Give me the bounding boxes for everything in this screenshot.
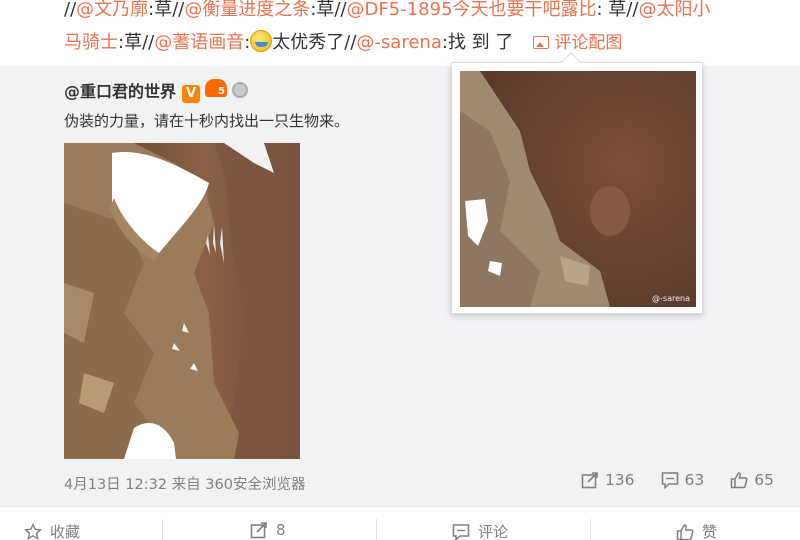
- comment-text: //: [64, 0, 77, 20]
- comment-count-button[interactable]: 63: [661, 471, 705, 489]
- like-count-button[interactable]: 65: [730, 471, 774, 489]
- action-bar: 收藏 8 评论 赞: [0, 506, 800, 540]
- medal-badge-icon[interactable]: [232, 82, 249, 98]
- post-source[interactable]: 360安全浏览器: [205, 477, 305, 493]
- like-label: 赞: [702, 523, 718, 540]
- mention-link[interactable]: 马骑士: [64, 32, 118, 53]
- comment-line-1: //@文乃廓:草//@衡量进度之条:草//@DF5-1895今天也要干吧露比: …: [64, 0, 710, 25]
- repost-counters: 136 63 65: [581, 471, 774, 489]
- comment-text: :草//: [148, 0, 185, 20]
- favorite-label: 收藏: [50, 523, 81, 540]
- rock-cliff-photo: [64, 143, 300, 459]
- picture-icon: [533, 36, 550, 49]
- repost-count: 136: [604, 471, 635, 489]
- repost-text: 伪装的力量，请在十秒内找出一只生物来。: [64, 112, 350, 130]
- star-icon: [24, 522, 42, 540]
- repost-meta: 4月13日 12:32 来自 360安全浏览器: [64, 473, 305, 494]
- image-watermark: @-sarena: [652, 294, 690, 303]
- mention-link[interactable]: @衡量进度之条: [184, 0, 310, 20]
- forward-button[interactable]: 8: [250, 521, 286, 539]
- thumbs-up-icon: [676, 523, 694, 540]
- like-button[interactable]: 赞: [676, 521, 717, 540]
- comment-image[interactable]: @-sarena: [460, 71, 696, 307]
- mention-link[interactable]: @-sarena: [356, 32, 441, 53]
- comment-text: :草//: [310, 0, 347, 20]
- comment-icon: [661, 472, 678, 489]
- divider: [376, 519, 377, 540]
- comment-area: //@文乃廓:草//@衡量进度之条:草//@DF5-1895今天也要干吧露比: …: [0, 0, 800, 66]
- comment-count: 63: [684, 471, 705, 489]
- mention-link[interactable]: @文乃廓: [76, 0, 148, 20]
- comment-text: : 草//: [596, 0, 639, 20]
- author-name[interactable]: @重口君的世界: [64, 82, 176, 101]
- post-time[interactable]: 4月13日 12:32: [64, 477, 167, 493]
- mention-link[interactable]: @DF5-1895今天也要干吧露比: [347, 0, 597, 20]
- comment-picture-label: 评论配图: [554, 33, 623, 53]
- comment-picture-link[interactable]: 评论配图: [533, 33, 622, 53]
- mention-link[interactable]: @太阳小: [638, 0, 710, 20]
- comment-text: :找 到 了: [441, 32, 514, 53]
- comment-label: 评论: [478, 523, 509, 540]
- author-line: @重口君的世界 V: [64, 78, 249, 103]
- comment-image-popup[interactable]: @-sarena: [451, 52, 703, 314]
- mention-link[interactable]: @蓍语画音: [154, 32, 244, 53]
- thumbs-up-icon: [731, 472, 748, 489]
- share-icon: [581, 472, 598, 489]
- laughing-emoji-icon: [250, 30, 273, 52]
- share-icon: [250, 522, 267, 539]
- divider: [590, 519, 591, 540]
- comment-icon: [452, 523, 470, 540]
- comment-line-2: 马骑士:草//@蓍语画音: 太优秀了//@-sarena:找 到 了评论配图: [64, 28, 622, 58]
- forward-count: 8: [276, 521, 286, 539]
- comment-text: 太优秀了//: [272, 32, 357, 53]
- like-count: 65: [754, 471, 774, 489]
- comment-text: :草//: [118, 32, 155, 53]
- repost-photo[interactable]: [64, 143, 300, 459]
- favorite-button[interactable]: 收藏: [24, 521, 80, 540]
- repost-count-button[interactable]: 136: [581, 471, 635, 489]
- member-badge-icon[interactable]: [205, 79, 228, 97]
- zoomed-rock-photo: [460, 71, 696, 307]
- divider: [162, 519, 163, 540]
- comment-button[interactable]: 评论: [452, 521, 508, 540]
- from-prefix: 来自: [171, 477, 201, 493]
- verified-badge-icon[interactable]: V: [182, 85, 201, 103]
